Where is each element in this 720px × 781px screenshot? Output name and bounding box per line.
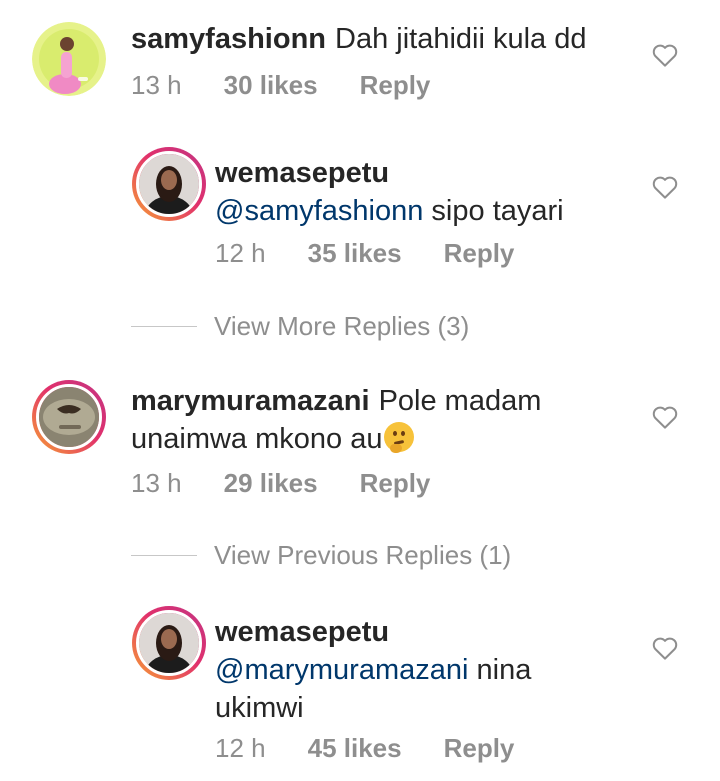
avatar[interactable] (132, 147, 206, 221)
view-previous-replies-button[interactable]: View Previous Replies (1) (131, 537, 591, 573)
likes-count[interactable]: 30 likes (224, 70, 318, 100)
view-more-replies-button[interactable]: View More Replies (3) (131, 308, 591, 344)
profile-photo-icon (139, 613, 199, 673)
divider (131, 325, 197, 327)
comment-text: Pole madam (378, 385, 542, 417)
thinking-face-icon (384, 422, 415, 453)
username[interactable]: marymuramazani (131, 385, 370, 417)
view-more-replies-label: View More Replies (3) (214, 310, 470, 341)
comment-text-continued: unaimwa mkono au (131, 423, 383, 455)
divider (131, 554, 197, 556)
timestamp: 13 h (131, 468, 182, 498)
reply-button[interactable]: Reply (360, 468, 431, 498)
username[interactable]: wemasepetu (215, 157, 389, 189)
likes-count[interactable]: 45 likes (308, 733, 402, 763)
profile-photo-icon (32, 22, 106, 96)
likes-count[interactable]: 35 likes (308, 238, 402, 268)
comment-text: Dah jitahidii kula dd (335, 23, 587, 55)
heart-icon[interactable] (650, 172, 680, 202)
avatar[interactable] (32, 380, 106, 454)
heart-icon[interactable] (650, 40, 680, 70)
profile-photo-icon (39, 387, 99, 447)
mention-link[interactable]: @samyfashionn (215, 195, 423, 227)
profile-photo-icon (139, 154, 199, 214)
avatar[interactable] (132, 606, 206, 680)
timestamp: 12 h (215, 238, 266, 268)
timestamp: 12 h (215, 733, 266, 763)
heart-icon[interactable] (650, 402, 680, 432)
avatar[interactable] (32, 22, 106, 96)
username[interactable]: samyfashionn (131, 23, 326, 55)
likes-count[interactable]: 29 likes (224, 468, 318, 498)
view-previous-replies-label: View Previous Replies (1) (214, 539, 512, 570)
reply-button[interactable]: Reply (444, 733, 515, 763)
comment-text: sipo tayari (423, 195, 564, 227)
reply-button[interactable]: Reply (444, 238, 515, 268)
heart-icon[interactable] (650, 633, 680, 663)
username[interactable]: wemasepetu (215, 616, 389, 648)
reply-button[interactable]: Reply (360, 70, 431, 100)
mention-link[interactable]: @marymuramazani (215, 654, 468, 686)
timestamp: 13 h (131, 70, 182, 100)
